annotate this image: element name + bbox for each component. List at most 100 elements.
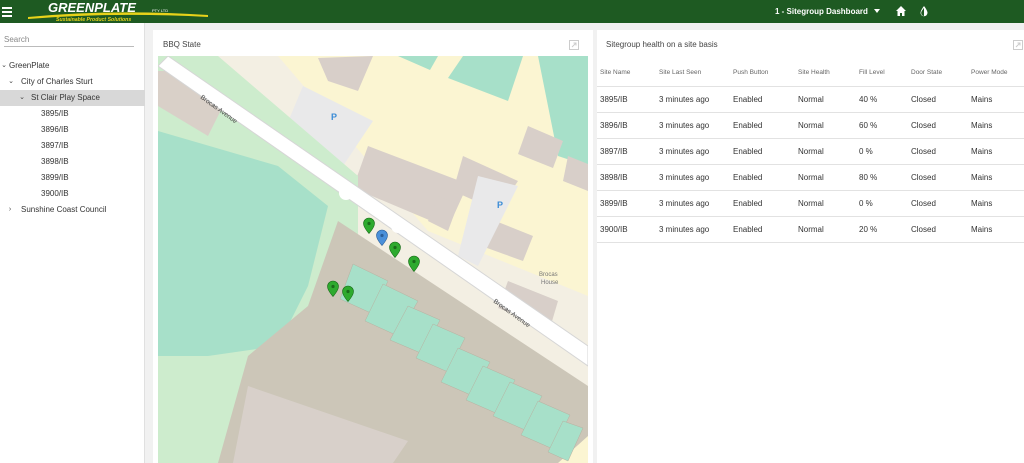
column-header[interactable]: Site Health <box>795 60 856 87</box>
tree-node-label: Sunshine Coast Council <box>21 205 107 214</box>
table-cell: 3 minutes ago <box>656 138 730 165</box>
table-cell: Closed <box>908 190 968 217</box>
building-label: Brocas <box>539 272 558 278</box>
tree-node-site[interactable]: 3899/IB <box>0 170 145 186</box>
column-header[interactable]: Door State <box>908 60 968 87</box>
table-cell: 3897/IB <box>597 138 656 165</box>
top-app-bar: GREENPLATE PTY LTD Sustainable Product S… <box>0 0 1024 23</box>
table-cell: Enabled <box>730 190 795 217</box>
site-map[interactable]: Brocas Avenue Brocas Avenue P P Brocas H… <box>158 56 588 463</box>
table-cell: 20 % <box>856 216 908 243</box>
panel-title: Sitegroup health on a site basis <box>606 40 718 49</box>
table-row[interactable]: 3895/IB 3 minutes ago Enabled Normal 40 … <box>597 86 1024 113</box>
column-header[interactable]: Push Button <box>730 60 795 87</box>
table-cell: 40 % <box>856 86 908 113</box>
table-cell: Mains <box>968 138 1024 165</box>
tree-node-site[interactable]: 3895/IB <box>0 106 145 122</box>
table-cell: Closed <box>908 86 968 113</box>
table-cell: 0 % <box>856 190 908 217</box>
table-cell: 60 % <box>856 112 908 139</box>
tree-node-label: 3897/IB <box>41 141 69 150</box>
site-tree: ⌄ GreenPlate ⌄ City of Charles Sturt ⌄ S… <box>0 58 145 218</box>
table-cell: Normal <box>795 112 856 139</box>
tree-node-city-of-charles-sturt[interactable]: ⌄ City of Charles Sturt <box>0 74 145 90</box>
table-cell: 3 minutes ago <box>656 112 730 139</box>
tree-node-label: 3895/IB <box>41 109 69 118</box>
table-cell: Mains <box>968 164 1024 191</box>
contrast-icon[interactable] <box>918 5 930 17</box>
column-header[interactable]: Site Name <box>597 60 656 87</box>
logo-suffix: PTY LTD <box>152 8 168 13</box>
table-cell: Closed <box>908 112 968 139</box>
table-cell: Closed <box>908 164 968 191</box>
sitegroup-health-panel: Sitegroup health on a site basis Site Na… <box>597 30 1024 463</box>
chevron-right-icon[interactable]: › <box>6 202 14 218</box>
tree-node-label: 3898/IB <box>41 157 69 166</box>
table-cell: 80 % <box>856 164 908 191</box>
table-cell: 3898/IB <box>597 164 656 191</box>
table-row[interactable]: 3898/IB 3 minutes ago Enabled Normal 80 … <box>597 164 1024 191</box>
table-cell: Enabled <box>730 138 795 165</box>
table-cell: Enabled <box>730 86 795 113</box>
table-cell: 3900/IB <box>597 216 656 243</box>
table-cell: 3899/IB <box>597 190 656 217</box>
bbq-state-panel: BBQ State Brocas Avenue Brocas Avenue P … <box>153 30 593 463</box>
building-label: House <box>541 280 559 286</box>
search-input[interactable] <box>4 32 134 47</box>
table-cell: 3 minutes ago <box>656 86 730 113</box>
table-row[interactable]: 3899/IB 3 minutes ago Enabled Normal 0 %… <box>597 190 1024 217</box>
panel-title: BBQ State <box>163 40 201 49</box>
table-cell: 3895/IB <box>597 86 656 113</box>
table-cell: Normal <box>795 164 856 191</box>
table-cell: Enabled <box>730 216 795 243</box>
tree-node-site[interactable]: 3897/IB <box>0 138 145 154</box>
sitegroup-dropdown-label: 1 - Sitegroup Dashboard <box>775 6 868 16</box>
home-icon[interactable] <box>895 5 907 17</box>
tree-node-site[interactable]: 3898/IB <box>0 154 145 170</box>
table-cell: 0 % <box>856 138 908 165</box>
table-cell: Normal <box>795 86 856 113</box>
tree-node-label: GreenPlate <box>9 61 50 70</box>
table-cell: Closed <box>908 216 968 243</box>
parking-label: P <box>331 112 337 122</box>
chevron-down-icon[interactable]: ⌄ <box>0 58 8 74</box>
table-cell: Mains <box>968 216 1024 243</box>
tree-node-site[interactable]: 3896/IB <box>0 122 145 138</box>
tree-node-greenplate[interactable]: ⌄ GreenPlate <box>0 58 145 74</box>
table-header-row: Site Name Site Last Seen Push Button Sit… <box>597 60 1024 87</box>
tree-node-site[interactable]: 3900/IB <box>0 186 145 202</box>
table-cell: Closed <box>908 138 968 165</box>
table-cell: Normal <box>795 190 856 217</box>
tree-node-label: City of Charles Sturt <box>21 77 93 86</box>
table-row[interactable]: 3900/IB 3 minutes ago Enabled Normal 20 … <box>597 216 1024 243</box>
sitegroup-dropdown[interactable]: 1 - Sitegroup Dashboard <box>775 5 880 17</box>
chevron-down-icon <box>873 9 880 13</box>
column-header[interactable]: Site Last Seen <box>656 60 730 87</box>
expand-icon[interactable] <box>1013 40 1023 50</box>
table-cell: Enabled <box>730 112 795 139</box>
greenplate-logo[interactable]: GREENPLATE PTY LTD Sustainable Product S… <box>14 0 210 23</box>
table-cell: Enabled <box>730 164 795 191</box>
site-tree-sidebar: ⌄ GreenPlate ⌄ City of Charles Sturt ⌄ S… <box>0 23 145 463</box>
column-header[interactable]: Power Mode <box>968 60 1024 87</box>
table-cell: 3 minutes ago <box>656 190 730 217</box>
tree-node-label: 3900/IB <box>41 189 69 198</box>
table-cell: Mains <box>968 112 1024 139</box>
tree-node-st-clair-play-space[interactable]: ⌄ St Clair Play Space <box>0 90 145 106</box>
expand-icon[interactable] <box>569 40 579 50</box>
table-row[interactable]: 3896/IB 3 minutes ago Enabled Normal 60 … <box>597 112 1024 139</box>
column-header[interactable]: Fill Level <box>856 60 908 87</box>
tree-node-label: St Clair Play Space <box>31 93 100 102</box>
chevron-down-icon[interactable]: ⌄ <box>18 90 26 106</box>
table-cell: Mains <box>968 190 1024 217</box>
parking-label: P <box>497 200 503 210</box>
logo-wordmark: GREENPLATE <box>48 0 136 15</box>
tree-node-label: 3899/IB <box>41 173 69 182</box>
menu-icon[interactable] <box>2 5 12 17</box>
table-cell: Normal <box>795 216 856 243</box>
table-row[interactable]: 3897/IB 3 minutes ago Enabled Normal 0 %… <box>597 138 1024 165</box>
chevron-down-icon[interactable]: ⌄ <box>7 74 15 90</box>
table-cell: 3 minutes ago <box>656 216 730 243</box>
table-cell: Normal <box>795 138 856 165</box>
tree-node-sunshine-coast-council[interactable]: › Sunshine Coast Council <box>0 202 145 218</box>
